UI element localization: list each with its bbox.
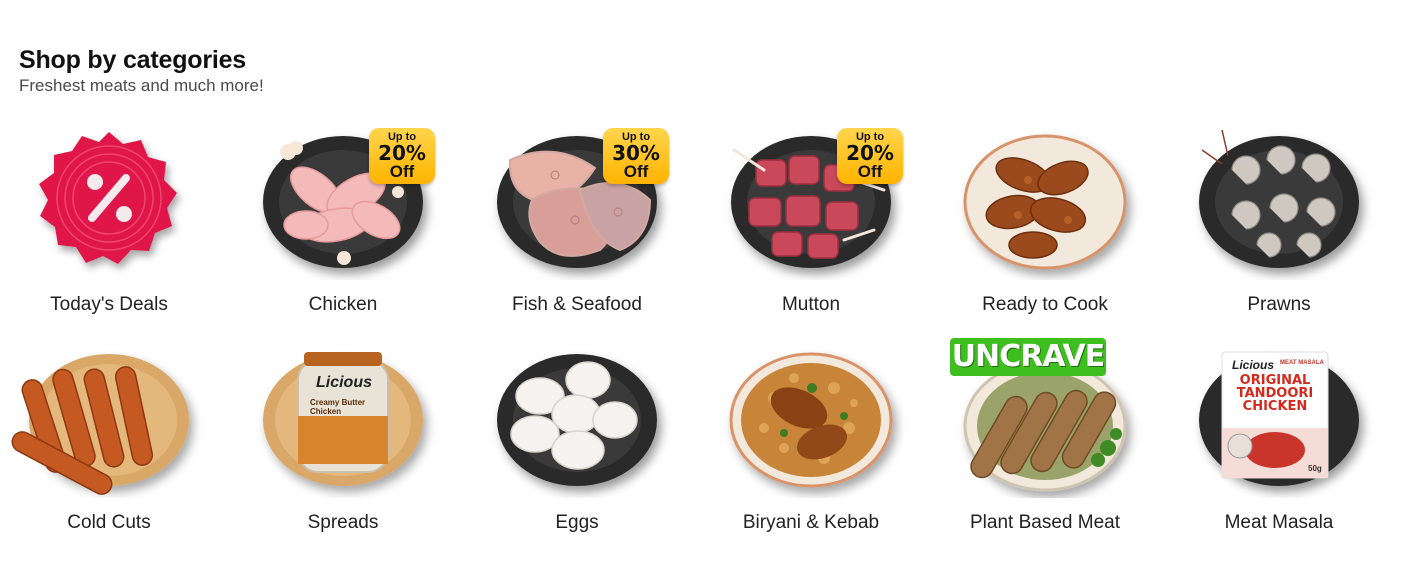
category-biryani-kebab[interactable]: Biryani & Kebab	[694, 338, 928, 550]
pack-brand: Licious	[1232, 358, 1275, 372]
category-label: Chicken	[308, 294, 378, 315]
category-label: Plant Based Meat	[970, 512, 1120, 533]
ready-to-cook-image	[928, 120, 1162, 280]
section-header: Shop by categories Freshest meats and mu…	[19, 44, 264, 97]
jar-text: Creamy Butter Chicken	[310, 398, 366, 416]
eggs-image	[460, 338, 694, 498]
prawns-image	[1162, 120, 1396, 280]
category-ready-to-cook[interactable]: Ready to Cook	[928, 120, 1162, 332]
chicken-image: Up to 20% Off	[226, 120, 460, 280]
biryani-image	[694, 338, 928, 498]
category-label: Biryani & Kebab	[742, 512, 880, 533]
category-cold-cuts[interactable]: Cold Cuts	[0, 338, 226, 550]
section-title: Shop by categories	[19, 46, 247, 74]
category-fish-seafood[interactable]: Up to 30% Off Fish & Seafood	[460, 120, 694, 332]
category-label: Fish & Seafood	[512, 294, 642, 315]
discount-badge: Up to 30% Off	[603, 128, 669, 184]
category-todays-deals[interactable]: Today's Deals	[0, 120, 226, 332]
category-label: Mutton	[781, 294, 841, 315]
discount-badge: Up to 20% Off	[369, 128, 435, 184]
category-meat-masala[interactable]: Licious MEAT MASALA ORIGINAL TANDOORI CH…	[1162, 338, 1396, 550]
category-prawns[interactable]: Prawns	[1162, 120, 1396, 332]
category-label: Cold Cuts	[67, 512, 151, 533]
category-spreads[interactable]: Licious Creamy Butter Chicken Spreads	[226, 338, 460, 550]
category-label: Today's Deals	[50, 294, 168, 315]
plant-based-image: UNCRAVE	[928, 338, 1162, 498]
discount-badge: Up to 20% Off	[837, 128, 903, 184]
pack-weight: 50g	[1308, 464, 1322, 473]
section-subtitle: Freshest meats and much more!	[19, 76, 264, 95]
fish-image: Up to 30% Off	[460, 120, 694, 280]
category-label: Spreads	[307, 512, 379, 533]
category-label: Ready to Cook	[982, 294, 1108, 315]
mutton-image: Up to 20% Off	[694, 120, 928, 280]
uncrave-brand-banner: UNCRAVE	[950, 338, 1106, 376]
pack-title: ORIGINAL TANDOORI CHICKEN	[1236, 373, 1314, 414]
category-label: Prawns	[1247, 294, 1311, 315]
pack-tag: MEAT MASALA	[1280, 360, 1324, 366]
category-plant-based-meat[interactable]: UNCRAVE Plant Based Meat	[928, 338, 1162, 550]
jar-brand: Licious	[315, 374, 372, 391]
category-mutton[interactable]: Up to 20% Off Mutton	[694, 120, 928, 332]
meat-masala-image: Licious MEAT MASALA ORIGINAL TANDOORI CH…	[1162, 338, 1396, 498]
category-label: Eggs	[555, 512, 599, 533]
category-chicken[interactable]: Up to 20% Off Chicken	[226, 120, 460, 332]
category-eggs[interactable]: Eggs	[460, 338, 694, 550]
spreads-image: Licious Creamy Butter Chicken	[226, 338, 460, 498]
category-label: Meat Masala	[1224, 512, 1334, 533]
cold-cuts-image	[0, 338, 226, 498]
deals-icon	[0, 120, 226, 280]
